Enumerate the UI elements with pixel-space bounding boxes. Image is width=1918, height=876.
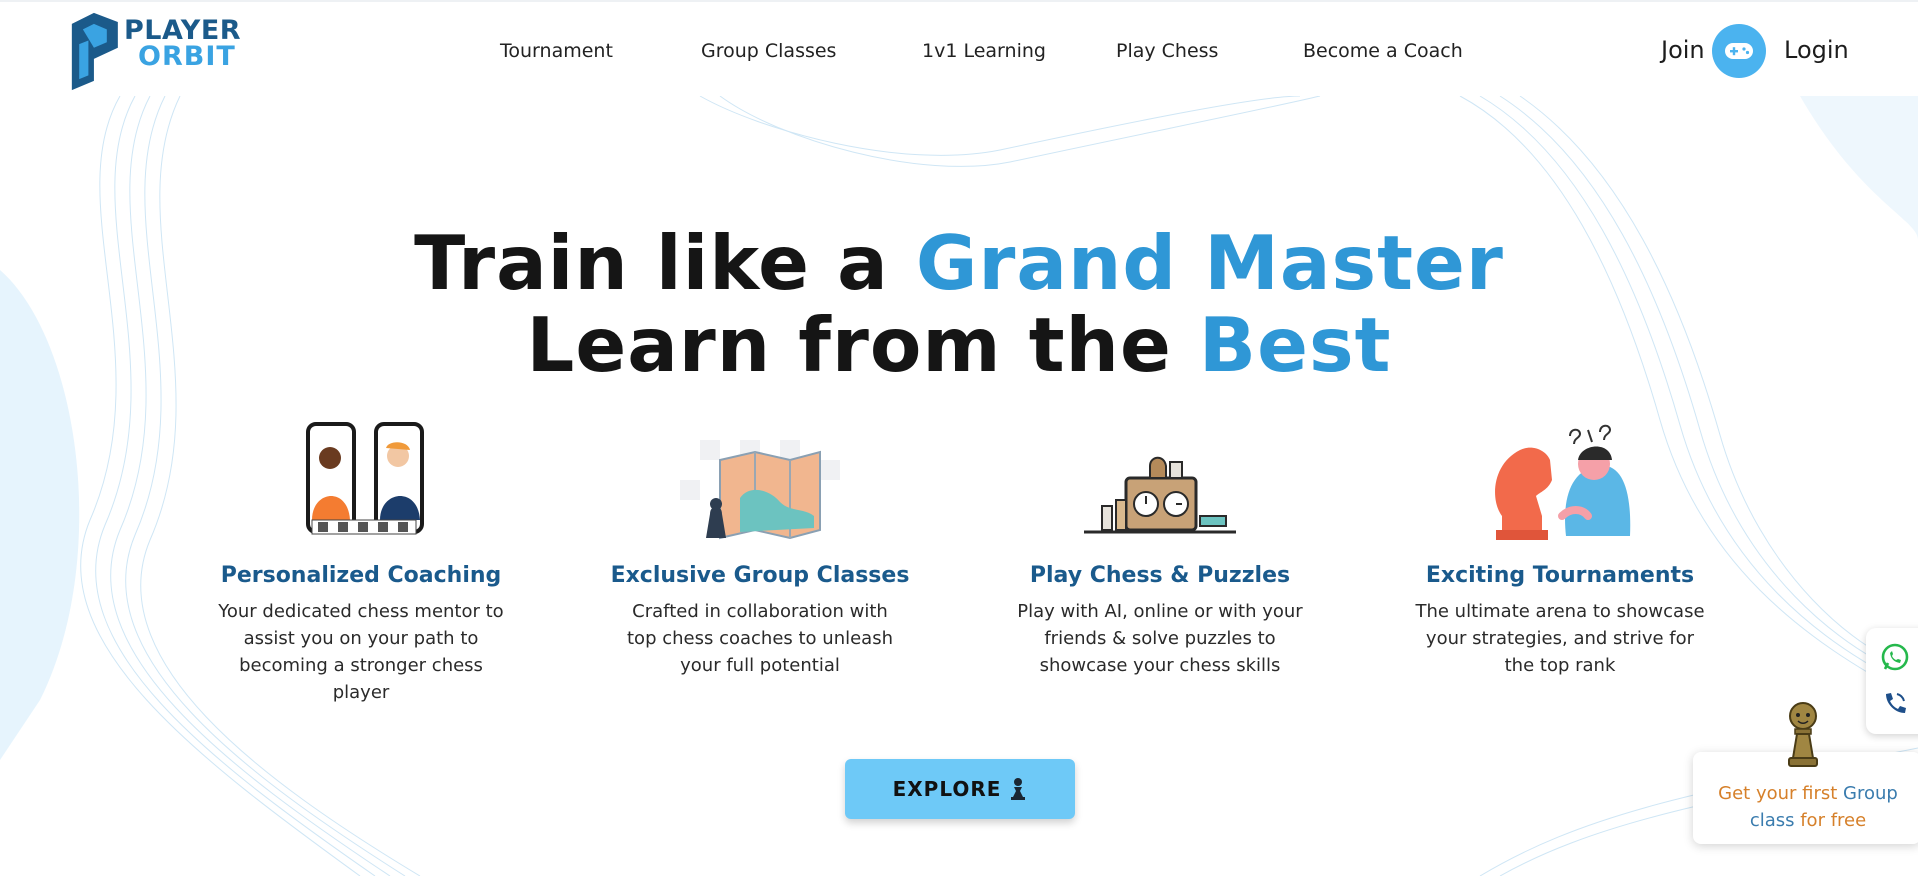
feature-description: Play with AI, online or with your friend… [1017,601,1303,676]
explore-button-label: EXPLORE [892,777,1002,801]
login-link[interactable]: Login [1784,36,1849,64]
chess-pawn-icon [1011,778,1026,800]
contact-panel [1866,628,1918,734]
feature-personalized-coaching: Personalized Coaching Your dedicated che… [211,420,511,706]
promo-text-c: for free [1794,810,1867,831]
feature-title: Exciting Tournaments [1425,563,1695,588]
explore-button[interactable]: EXPLORE [845,759,1075,819]
tournament-knight-illustration [1495,424,1631,540]
pawn-mascot-icon [1788,702,1818,767]
brand-wordmark: PLAYER ORBIT [124,17,241,72]
feature-group-classes: Exclusive Group Classes Crafted in colla… [610,420,910,679]
hero-line-2-text: Learn from the [526,301,1199,389]
nav-play-chess[interactable]: Play Chess [1116,40,1218,62]
group-class-map-illustration [680,440,840,540]
feature-tournaments: Exciting Tournaments The ultimate arena … [1410,420,1710,679]
nav-group-classes[interactable]: Group Classes [701,40,836,62]
nav-1v1-learning[interactable]: 1v1 Learning [922,40,1046,62]
phone-icon [1886,693,1906,713]
hero-line-1: Train like a Grand Master [0,222,1918,304]
join-button[interactable] [1712,24,1766,78]
feature-play-chess-puzzles: Play Chess & Puzzles Play with AI, onlin… [1010,420,1310,679]
whatsapp-icon [1881,643,1909,671]
hero-line-1-text: Train like a [414,219,916,307]
chess-clock-illustration [1084,456,1236,534]
hero-line-1-accent: Grand Master [915,219,1504,307]
brand-line-2: ORBIT [138,41,236,72]
feature-title: Play Chess & Puzzles [1029,563,1291,588]
whatsapp-button[interactable] [1880,642,1912,674]
feature-title: Exclusive Group Classes [610,563,910,588]
join-link[interactable]: Join [1661,36,1705,64]
promo-text-a: Get your first [1718,783,1844,804]
nav-become-a-coach[interactable]: Become a Coach [1303,40,1463,62]
nav-tournament[interactable]: Tournament [500,40,613,62]
feature-description: The ultimate arena to showcase your stra… [1415,601,1705,676]
gamepad-icon [1725,43,1753,59]
feature-description: Your dedicated chess mentor to assist yo… [218,601,504,703]
phone-button[interactable] [1880,688,1912,720]
hero-line-2: Learn from the Best [0,304,1918,386]
feature-description: Crafted in collaboration with top chess … [627,601,893,676]
promo-text: Get your first Group class for free [1703,780,1913,834]
top-navigation-bar: PLAYER ORBIT Tournament Group Classes 1v… [0,0,1918,96]
hero-line-2-accent: Best [1198,301,1392,389]
hero-headline: Train like a Grand Master Learn from the… [0,222,1918,386]
feature-title: Personalized Coaching [220,563,502,588]
online-coaching-illustration [306,422,424,535]
